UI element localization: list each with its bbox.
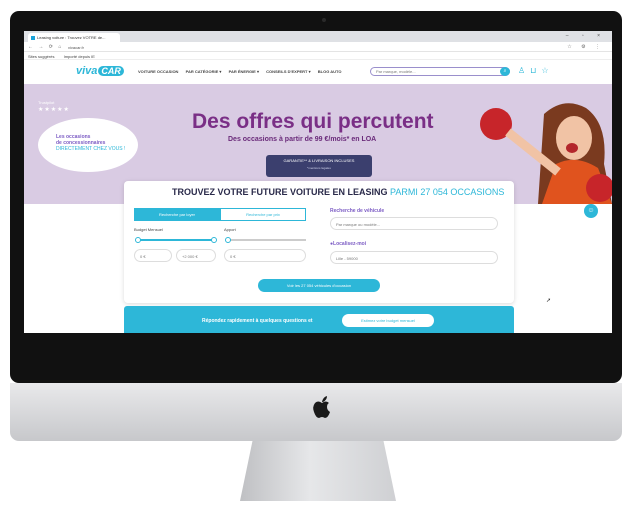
vehicle-search-input[interactable]: Par marque ou modèle...: [330, 217, 498, 230]
header-icons: ♙⊔☆: [518, 66, 554, 75]
promo-bubble: Les occasions de concessionnaires DIRECT…: [38, 118, 138, 172]
search-icon[interactable]: ⌕: [500, 67, 510, 76]
browser-tab[interactable]: Leasing voiture : Trouvez VOTRE de...: [28, 33, 120, 42]
trustpilot-stars: ★★★★★: [38, 107, 70, 113]
apport-slider-track: [228, 239, 306, 241]
budget-min-field[interactable]: 0 €: [134, 249, 172, 262]
menu-item-voiture-occasion[interactable]: VOITURE OCCASION: [138, 69, 178, 74]
chat-icon[interactable]: ☺: [584, 204, 598, 218]
bubble-line-3: DIRECTEMENT CHEZ VOUS !: [56, 146, 126, 152]
cart-icon[interactable]: ⊔: [530, 66, 541, 75]
budget-slider-track: [138, 239, 214, 241]
budget-banner: Répondez rapidement à quelques questions…: [124, 306, 514, 333]
tab-search-by-price[interactable]: Recherche par prix: [220, 208, 306, 221]
menu-item-categorie[interactable]: PAR CATÉGORIE ▾: [186, 69, 222, 74]
mouse-cursor-icon: ➚: [546, 298, 552, 304]
logo-badge: CAR: [98, 66, 124, 76]
budget-min-handle[interactable]: [135, 237, 141, 243]
see-vehicles-button[interactable]: Voir les 27 054 véhicules d'occasion: [258, 279, 380, 292]
menu-item-energie[interactable]: PAR ÉNERGIE ▾: [229, 69, 259, 74]
vehicle-search-label: Recherche de véhicule: [330, 208, 385, 214]
trustpilot-label: Trustpilot: [38, 100, 55, 105]
site-search-input[interactable]: Par marque, modèle...: [370, 67, 510, 76]
favorites-icon[interactable]: ☆: [541, 66, 553, 75]
apport-label: Apport: [224, 227, 236, 232]
url-field[interactable]: vivacar.fr: [64, 44, 524, 51]
window-controls[interactable]: – ▫ ×: [566, 33, 606, 39]
tab-bar: Leasing voiture : Trouvez VOTRE de... – …: [24, 31, 612, 42]
extensions-icon[interactable]: ☆ ⚙ ⋮: [567, 44, 604, 50]
bookmarks-bar: Sites suggérés Importé depuis IE: [24, 52, 612, 60]
browser-window: Leasing voiture : Trouvez VOTRE de... – …: [24, 31, 612, 333]
monitor-stand: [240, 441, 396, 501]
main-menu: VOITURE OCCASION PAR CATÉGORIE ▾ PAR ÉNE…: [138, 69, 348, 74]
menu-item-blog[interactable]: BLOG AUTO: [318, 69, 342, 74]
site-favicon-icon: [31, 35, 35, 40]
site-header: viva CAR VOITURE OCCASION PAR CATÉGORIE ▾…: [24, 60, 612, 84]
budget-max-field[interactable]: +2 000 €: [176, 249, 216, 262]
location-input[interactable]: Lille - 59000: [330, 251, 498, 264]
hero-subtitle: Des occasions à partir de 99 €/mois* en …: [228, 136, 377, 143]
apple-logo-icon: [313, 396, 330, 418]
search-card: TROUVEZ VOTRE FUTURE VOITURE EN LEASING …: [124, 181, 514, 303]
bookmark-item[interactable]: Sites suggérés: [28, 54, 54, 59]
address-bar-row: ← → ⟳ ⌂ vivacar.fr ☆ ⚙ ⋮: [24, 42, 612, 52]
budget-label: Budget Mensuel: [134, 227, 163, 232]
budget-max-handle[interactable]: [211, 237, 217, 243]
apport-handle[interactable]: [225, 237, 231, 243]
estimate-budget-button[interactable]: Estimez votre budget mensuel: [342, 314, 434, 327]
tab-title: Leasing voiture : Trouvez VOTRE de...: [37, 35, 106, 40]
badge-title: GARANTIE** & LIVRAISON INCLUSES: [283, 158, 355, 163]
location-label: ●Localisez-moi: [330, 241, 366, 247]
card-title-main: TROUVEZ VOTRE FUTURE VOITURE EN LEASING: [172, 187, 388, 197]
user-icon[interactable]: ♙: [518, 66, 530, 75]
webcam: [322, 18, 326, 22]
bookmark-item[interactable]: Importé depuis IE: [64, 54, 95, 59]
banner-text: Répondez rapidement à quelques questions…: [202, 318, 313, 324]
guarantee-badge: GARANTIE** & LIVRAISON INCLUSES *mention…: [266, 155, 372, 177]
logo-text: viva: [76, 65, 98, 77]
badge-subtitle: *mentions légales: [307, 166, 331, 170]
card-title: TROUVEZ VOTRE FUTURE VOITURE EN LEASING …: [172, 187, 504, 197]
tab-search-by-rent[interactable]: Recherche par loyer: [134, 208, 220, 221]
location-label-text: Localisez-moi: [333, 241, 367, 247]
apport-field[interactable]: 0 €: [224, 249, 306, 262]
site-logo[interactable]: viva CAR: [76, 65, 124, 77]
nav-buttons-icon[interactable]: ← → ⟳ ⌂: [28, 44, 63, 50]
menu-item-conseils[interactable]: CONSEILS D'EXPERT ▾: [266, 69, 311, 74]
card-title-accent: PARMI 27 054 OCCASIONS: [390, 187, 505, 197]
hero-title: Des offres qui percutent: [192, 110, 434, 133]
